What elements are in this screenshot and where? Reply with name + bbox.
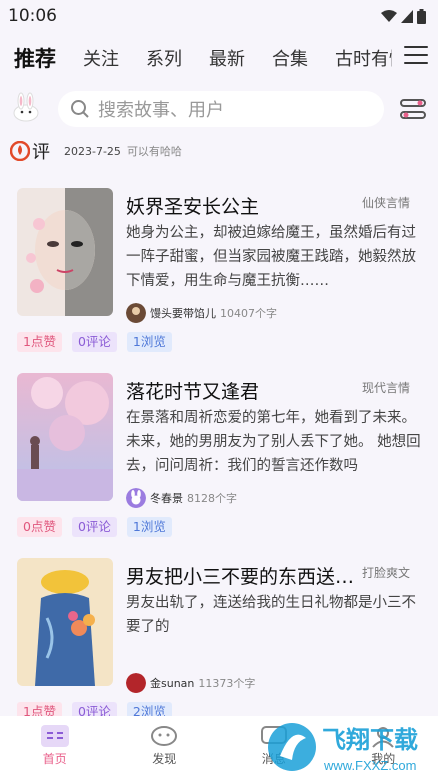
nav-discover-label: 发现 [152, 752, 177, 766]
story-author[interactable]: 冬春景 8128个字 [126, 488, 237, 508]
story-cover[interactable] [17, 188, 113, 316]
battery-icon [417, 8, 426, 24]
nav-home-label: 首页 [42, 752, 67, 766]
author-avatar [126, 303, 146, 323]
word-count: 11373个字 [198, 677, 256, 690]
tab-recommend[interactable]: 推荐 [14, 43, 56, 73]
status-bar: 10:06 [0, 0, 438, 32]
story-stats: 1点赞 0评论 1浏览 [17, 332, 172, 352]
story-title[interactable]: 妖界圣安长公主 [126, 192, 354, 219]
story-author[interactable]: 金sunan 11373个字 [126, 673, 255, 693]
filter-icon[interactable] [398, 94, 428, 124]
story-cover[interactable] [17, 373, 113, 501]
menu-icon[interactable] [404, 46, 428, 66]
tab-follow[interactable]: 关注 [83, 45, 119, 71]
home-icon [40, 725, 69, 747]
story-description: 在景落和周祈恋爱的第七年，她看到了未来。未来，她的男朋友为了别人丢下了她。 她想… [126, 410, 421, 474]
comment-count[interactable]: 0评论 [71, 332, 117, 352]
rabbit-avatar-icon[interactable] [10, 92, 42, 124]
search-icon [71, 100, 89, 118]
tabs-scroll: 推荐 关注 系列 最新 合集 古时有情 [0, 43, 392, 73]
author-name: 冬春景 [150, 492, 183, 505]
review-logo-icon [10, 141, 30, 161]
tab-latest[interactable]: 最新 [209, 45, 245, 71]
review-banner[interactable]: 评 2023-7-25 可以有哈哈 [10, 140, 182, 163]
status-icons [381, 8, 426, 24]
author-name: 金sunan [150, 677, 195, 690]
story-tag: 仙侠言情 [361, 196, 410, 210]
category-tabs: 推荐 关注 系列 最新 合集 古时有情 [0, 36, 438, 80]
story-description: 男友出轨了，连送给我的生日礼物都是小三不要了的 [126, 595, 416, 635]
tab-ancient-romance[interactable]: 古时有情 [335, 45, 392, 71]
story-cover[interactable] [17, 558, 113, 686]
author-avatar [126, 673, 146, 693]
status-time: 10:06 [8, 6, 57, 26]
review-date: 2023-7-25 [64, 144, 121, 158]
like-count[interactable]: 0点赞 [17, 517, 62, 537]
story-tag: 现代言情 [361, 381, 410, 395]
like-count[interactable]: 1点赞 [17, 332, 62, 352]
author-name: 馒头要带馅儿 [150, 307, 216, 320]
story-description: 她身为公主，却被迫嫁给魔王，虽然婚后有过一阵子甜蜜，但当家园被魔王践踏，她毅然放… [126, 225, 416, 289]
word-count: 8128个字 [187, 492, 237, 505]
review-badge: 评 [32, 142, 50, 163]
watermark-logo: 飞翔下载 www.FXXZ.com [268, 723, 418, 773]
tab-collection[interactable]: 合集 [272, 45, 308, 71]
wifi-icon [381, 9, 397, 22]
discover-icon [151, 726, 178, 746]
story-title[interactable]: 落花时节又逢君 [126, 377, 354, 404]
tab-series[interactable]: 系列 [146, 45, 182, 71]
story-tag: 打脸爽文 [361, 566, 410, 580]
review-note: 可以有哈哈 [126, 145, 182, 158]
search-row: 搜索故事、用户 [0, 88, 438, 130]
word-count: 10407个字 [220, 307, 277, 320]
comment-count[interactable]: 0评论 [71, 517, 117, 537]
story-author[interactable]: 馒头要带馅儿 10407个字 [126, 303, 277, 323]
signal-icon [401, 9, 413, 23]
view-count: 1浏览 [126, 517, 172, 537]
story-stats: 0点赞 0评论 1浏览 [17, 517, 172, 537]
author-avatar [126, 488, 146, 508]
nav-home[interactable]: 首页 [25, 724, 85, 767]
watermark-text: 飞翔下载 [322, 726, 418, 754]
search-input[interactable]: 搜索故事、用户 [58, 91, 384, 127]
view-count: 1浏览 [126, 332, 172, 352]
story-title[interactable]: 男友把小三不要的东西送… [126, 562, 354, 589]
nav-discover[interactable]: 发现 [134, 724, 194, 767]
search-placeholder: 搜索故事、用户 [98, 100, 224, 121]
watermark-url: www.FXXZ.com [323, 758, 416, 773]
